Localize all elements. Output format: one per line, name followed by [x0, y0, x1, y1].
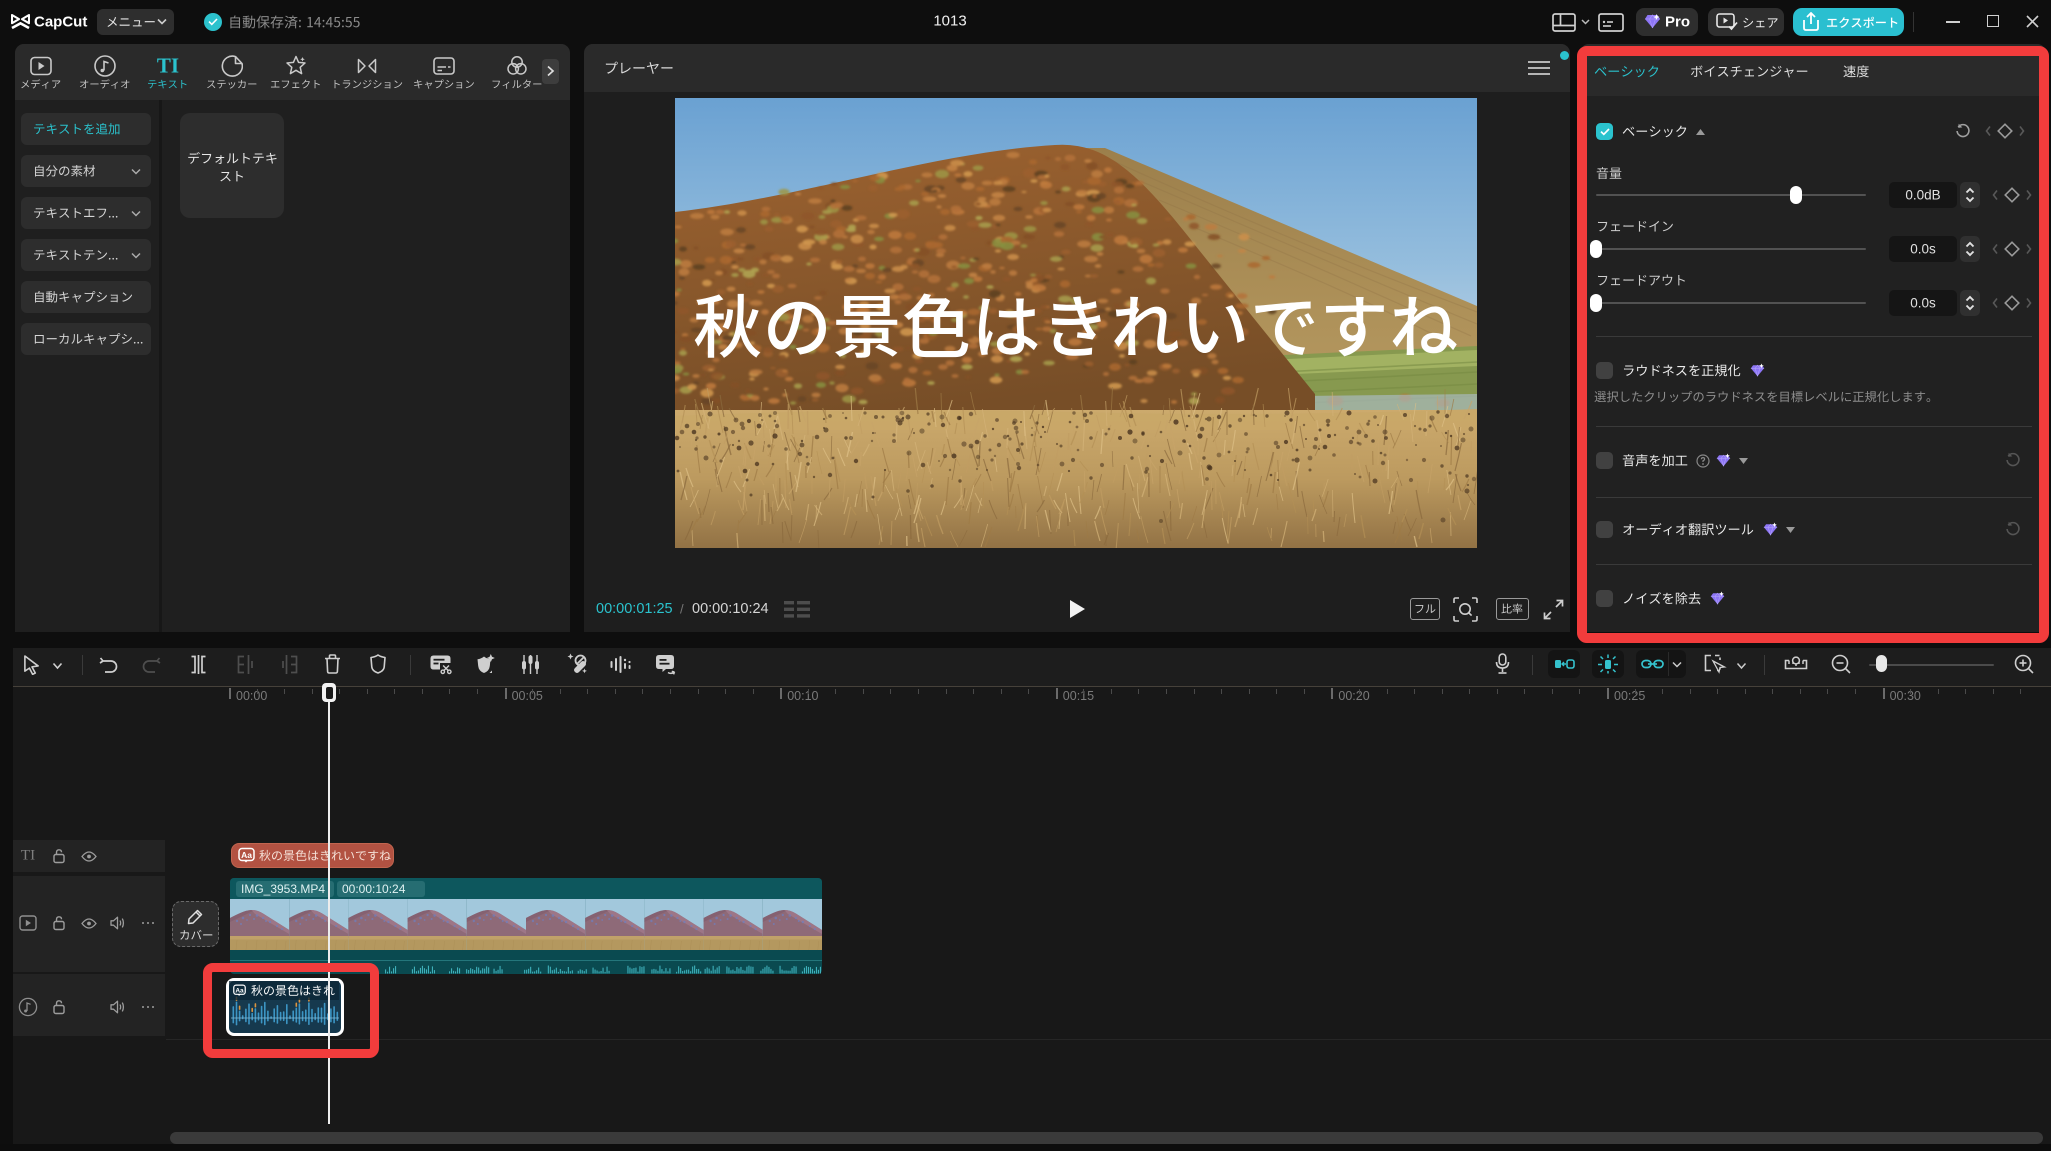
svg-text:Aa: Aa	[241, 850, 252, 860]
